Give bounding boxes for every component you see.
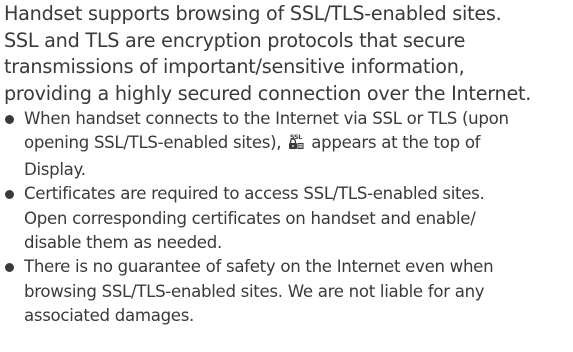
intro-line: SSL and TLS are encryption protocols tha… [4,28,466,52]
bullet-line: Open corresponding certificates on hands… [24,208,476,228]
bullet-dot [5,115,14,124]
bullet-text: opening SSL/TLS-enabled sites), [24,133,282,153]
bullet-line: Display. [24,159,86,179]
bullet-item-certificates: Certificates are required to access SSL/… [4,182,573,255]
bullet-line: associated damages. [24,306,195,326]
bullet-dot [5,190,14,200]
intro-line: transmissions of important/sensitive inf… [4,55,465,78]
intro-paragraph: Handset supports browsing of SSL/TLS-ena… [4,1,573,107]
bullet-text: appears at the top of [311,133,481,153]
bullet-line: disable them as needed. [24,233,222,253]
bullet-line: browsing SSL/TLS-enabled sites. We are n… [24,281,485,301]
ssl-lock-icon: SSL [288,133,304,157]
document-body: Handset supports browsing of SSL/TLS-ena… [4,1,573,329]
bullet-line: Certificates are required to access SSL/… [24,184,485,204]
bullet-line: opening SSL/TLS-enabled sites), SSL appe… [24,131,573,157]
bullet-list: When handset connects to the Internet vi… [4,107,573,329]
intro-line: Handset supports browsing of SSL/TLS-ena… [4,2,502,25]
bullet-line: When handset connects to the Internet vi… [24,109,509,128]
intro-line: providing a highly secured connection ov… [4,81,532,105]
bullet-dot [5,263,14,273]
bullet-item-safety-disclaimer: There is no guarantee of safety on the I… [4,255,573,328]
bullet-item-ssl-connection: When handset connects to the Internet vi… [4,107,573,182]
bullet-line: There is no guarantee of safety on the I… [24,257,494,277]
